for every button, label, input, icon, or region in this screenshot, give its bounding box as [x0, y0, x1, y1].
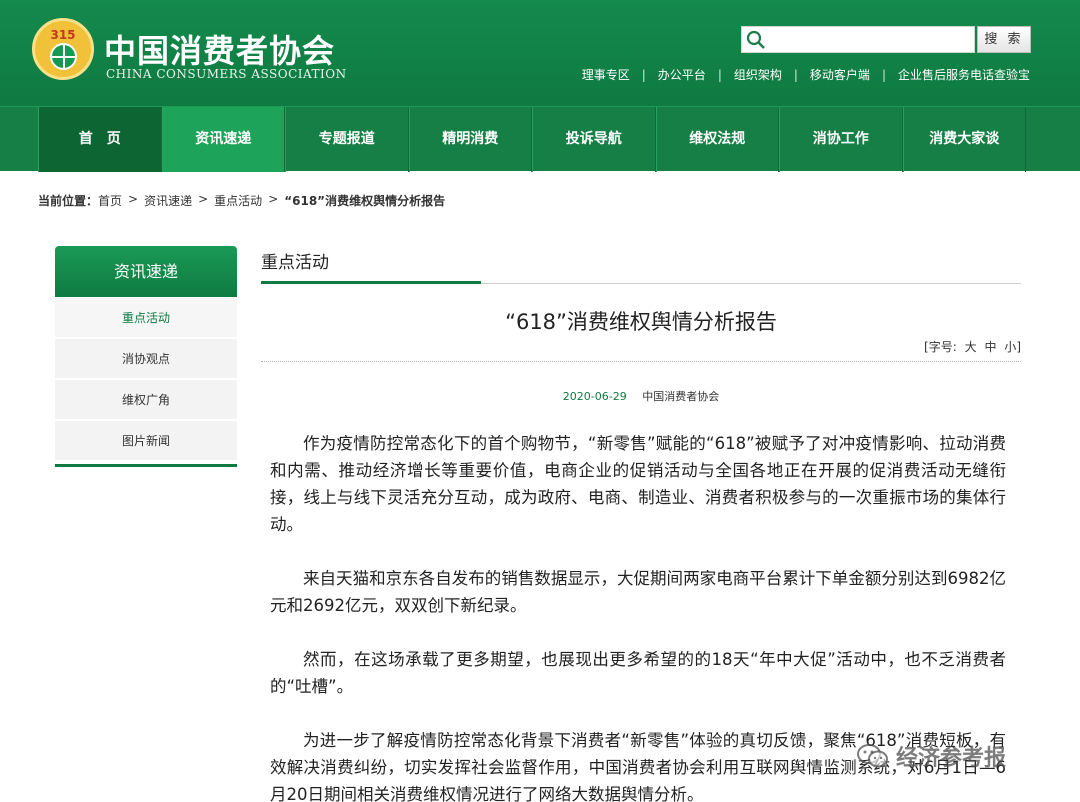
- emblem-number: 315: [50, 28, 76, 42]
- sidebar-item-key-activities[interactable]: 重点活动: [55, 298, 237, 338]
- font-size-large[interactable]: 大: [965, 340, 977, 354]
- nav-item-association-work[interactable]: 消协工作: [779, 107, 903, 172]
- nav-item-special[interactable]: 专题报道: [285, 107, 409, 172]
- breadcrumb-current: “618”消费维权舆情分析报告: [284, 194, 446, 208]
- paragraph: 作为疫情防控常态化下的首个购物节，“新零售”赋能的“618”被赋予了对冲疫情影响…: [270, 434, 1006, 534]
- breadcrumb-home[interactable]: 首页: [98, 192, 122, 209]
- sidebar-title: 资讯速递: [55, 246, 237, 297]
- cca-emblem-icon[interactable]: 315: [32, 18, 94, 80]
- nav-item-regulations[interactable]: 维权法规: [655, 107, 779, 172]
- article-title: “618”消费维权舆情分析报告: [505, 310, 777, 334]
- sidebar: 资讯速递 重点活动 消协观点 维权广角 图片新闻: [55, 246, 237, 467]
- nav-item-smart-consumption[interactable]: 精明消费: [408, 107, 532, 172]
- sidebar-item-photo-news[interactable]: 图片新闻: [55, 421, 237, 461]
- watermark-text: 经济参考报: [896, 746, 1007, 771]
- section-rule: [481, 283, 1021, 284]
- top-links: 理事专区 | 办公平台 | 组织架构 | 移动客户端 | 企业售后服务电话查验宝: [581, 66, 1030, 83]
- site-header: 315 中国消费者协会 CHINA CONSUMERS ASSOCIATION …: [0, 0, 1080, 106]
- section-title: 重点活动: [261, 253, 329, 273]
- font-size-control: [字号: 大 中 小]: [924, 340, 1021, 354]
- search-input[interactable]: [770, 29, 970, 50]
- nav-item-discussion[interactable]: 消费大家谈: [902, 107, 1026, 172]
- org-name-cn[interactable]: 中国消费者协会: [104, 26, 335, 72]
- publish-date: 2020-06-29: [562, 390, 627, 403]
- section-underline: [261, 281, 481, 284]
- watermark: 经济参考报: [856, 740, 1006, 772]
- font-size-medium[interactable]: 中: [984, 340, 996, 354]
- wechat-icon: [857, 744, 888, 768]
- breadcrumb-label: 当前位置：: [38, 194, 99, 208]
- article-source: 中国消费者协会: [642, 390, 720, 403]
- article-meta: 2020-06-29 中国消费者协会: [261, 388, 1021, 404]
- top-link-mobile[interactable]: 移动客户端: [810, 66, 870, 83]
- nav-item-home[interactable]: 首 页: [38, 107, 162, 172]
- sidebar-divider: [55, 464, 237, 467]
- paragraph: 然而，在这场承载了更多期望，也展现出更多希望的的18天“年中大促”活动中，也不乏…: [270, 650, 1006, 696]
- title-divider: [261, 361, 1021, 362]
- sidebar-item-rights[interactable]: 维权广角: [55, 380, 237, 420]
- font-size-small[interactable]: 小: [1004, 340, 1016, 354]
- top-link-office[interactable]: 办公平台: [658, 66, 706, 83]
- search-button[interactable]: 搜 索: [977, 26, 1031, 53]
- search-box: [741, 26, 975, 53]
- breadcrumb-key-activities[interactable]: 重点活动: [214, 192, 262, 209]
- main-nav: 首 页 资讯速递 专题报道 精明消费 投诉导航 维权法规 消协工作 消费大家谈: [0, 106, 1080, 172]
- top-link-organization[interactable]: 组织架构: [734, 66, 782, 83]
- paragraph: 来自天猫和京东各自发布的销售数据显示，大促期间两家电商平台累计下单金额分别达到6…: [270, 569, 1006, 615]
- search-icon: [746, 30, 765, 49]
- breadcrumb: 当前位置： 首页 > 资讯速递 > 重点活动 > “618”消费维权舆情分析报告: [38, 192, 446, 209]
- breadcrumb-news[interactable]: 资讯速递: [144, 192, 192, 209]
- sidebar-item-viewpoints[interactable]: 消协观点: [55, 339, 237, 379]
- top-link-council[interactable]: 理事专区: [582, 66, 630, 83]
- globe-icon: [50, 43, 77, 70]
- top-link-service-check[interactable]: 企业售后服务电话查验宝: [898, 66, 1030, 83]
- nav-item-complaint[interactable]: 投诉导航: [532, 107, 656, 172]
- org-name-en: CHINA CONSUMERS ASSOCIATION: [106, 67, 347, 81]
- nav-item-news[interactable]: 资讯速递: [161, 107, 285, 172]
